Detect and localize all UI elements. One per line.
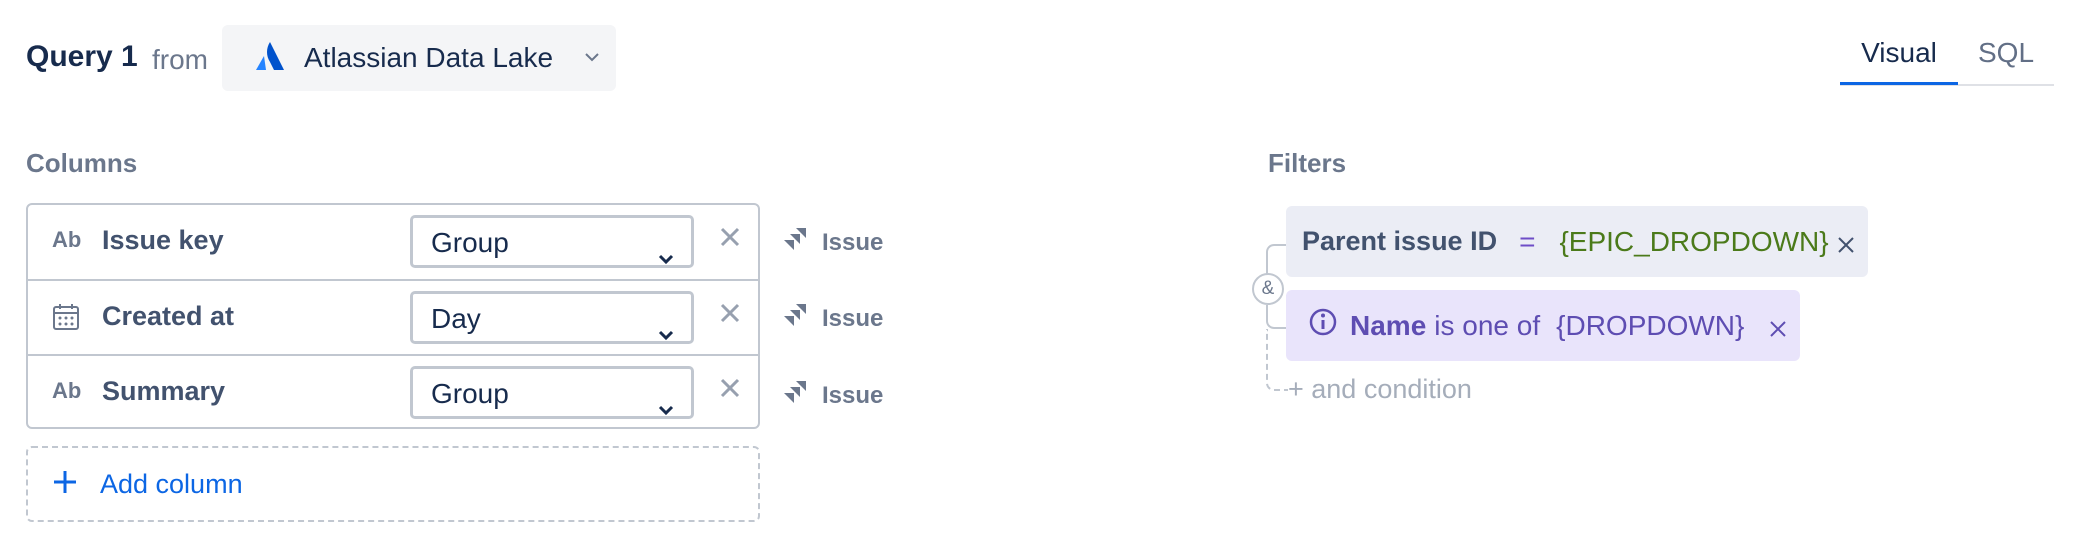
connector-line: [1266, 329, 1288, 391]
columns-table: Ab Issue key Group Created at Day Ab Sum…: [26, 203, 760, 429]
column-source-label: Issue: [822, 228, 884, 256]
info-icon: [1308, 307, 1338, 344]
filters-heading: Filters: [1268, 148, 1347, 178]
calendar-icon: [52, 303, 82, 333]
data-source-label: Atlassian Data Lake: [304, 42, 554, 73]
query-title: Query 1: [26, 40, 138, 73]
column-name: Created at: [102, 301, 235, 331]
chevron-down-icon: [657, 310, 675, 360]
column-source-tag: Issue: [782, 379, 883, 412]
add-column-button[interactable]: Add column: [26, 446, 760, 522]
text-type-icon: Ab: [52, 378, 82, 403]
jira-icon: [782, 302, 808, 335]
aggregation-select[interactable]: Group: [410, 366, 694, 419]
text-type-icon: Ab: [52, 227, 82, 252]
column-source-tag: Issue: [782, 302, 883, 335]
plus-icon: [52, 469, 78, 500]
column-row: Ab Summary Group: [28, 354, 758, 431]
jira-icon: [782, 379, 808, 412]
column-source-label: Issue: [822, 304, 884, 332]
column-row: Created at Day: [28, 279, 758, 356]
column-name: Summary: [102, 376, 226, 406]
and-connector: &: [1252, 273, 1284, 305]
aggregation-select[interactable]: Group: [410, 215, 694, 268]
remove-column-icon[interactable]: [718, 301, 742, 330]
from-label: from: [152, 44, 208, 75]
atlassian-logo-icon: [254, 40, 286, 77]
filter-value: {DROPDOWN}: [1556, 309, 1745, 341]
remove-column-icon[interactable]: [718, 376, 742, 405]
aggregation-value: Group: [431, 227, 509, 258]
filter-chip[interactable]: Parent issue ID = {EPIC_DROPDOWN}: [1286, 206, 1868, 277]
add-condition-button[interactable]: + and condition: [1288, 374, 1472, 405]
data-source-dropdown[interactable]: Atlassian Data Lake: [222, 25, 616, 91]
filter-field: Name: [1350, 309, 1427, 341]
filter-field: Parent issue ID: [1302, 226, 1498, 256]
column-row: Ab Issue key Group: [28, 205, 758, 280]
view-mode-tabs: Visual SQL: [1840, 30, 2054, 86]
connector-line: [1266, 244, 1288, 274]
filter-chip[interactable]: Name is one of {DROPDOWN}: [1286, 290, 1800, 361]
chevron-down-icon: [657, 234, 675, 284]
aggregation-select[interactable]: Day: [410, 291, 694, 344]
remove-filter-icon[interactable]: [1768, 314, 1788, 346]
tab-visual[interactable]: Visual: [1840, 30, 1958, 85]
filter-value: {EPIC_DROPDOWN}: [1559, 225, 1829, 257]
add-column-label: Add column: [100, 468, 243, 499]
column-name: Issue key: [102, 225, 224, 255]
column-source-tag: Issue: [782, 226, 883, 259]
jira-icon: [782, 226, 808, 259]
aggregation-value: Day: [431, 303, 481, 334]
columns-heading: Columns: [26, 148, 138, 178]
chevron-down-icon: [657, 385, 675, 435]
remove-column-icon[interactable]: [718, 225, 742, 254]
aggregation-value: Group: [431, 378, 509, 409]
remove-filter-icon[interactable]: [1836, 230, 1856, 262]
connector-line: [1266, 305, 1288, 329]
filter-operator: =: [1519, 225, 1536, 257]
filter-operator: is one of: [1434, 309, 1541, 341]
tab-sql[interactable]: SQL: [1958, 30, 2054, 84]
chevron-down-icon: [582, 47, 602, 72]
column-source-label: Issue: [822, 381, 884, 409]
